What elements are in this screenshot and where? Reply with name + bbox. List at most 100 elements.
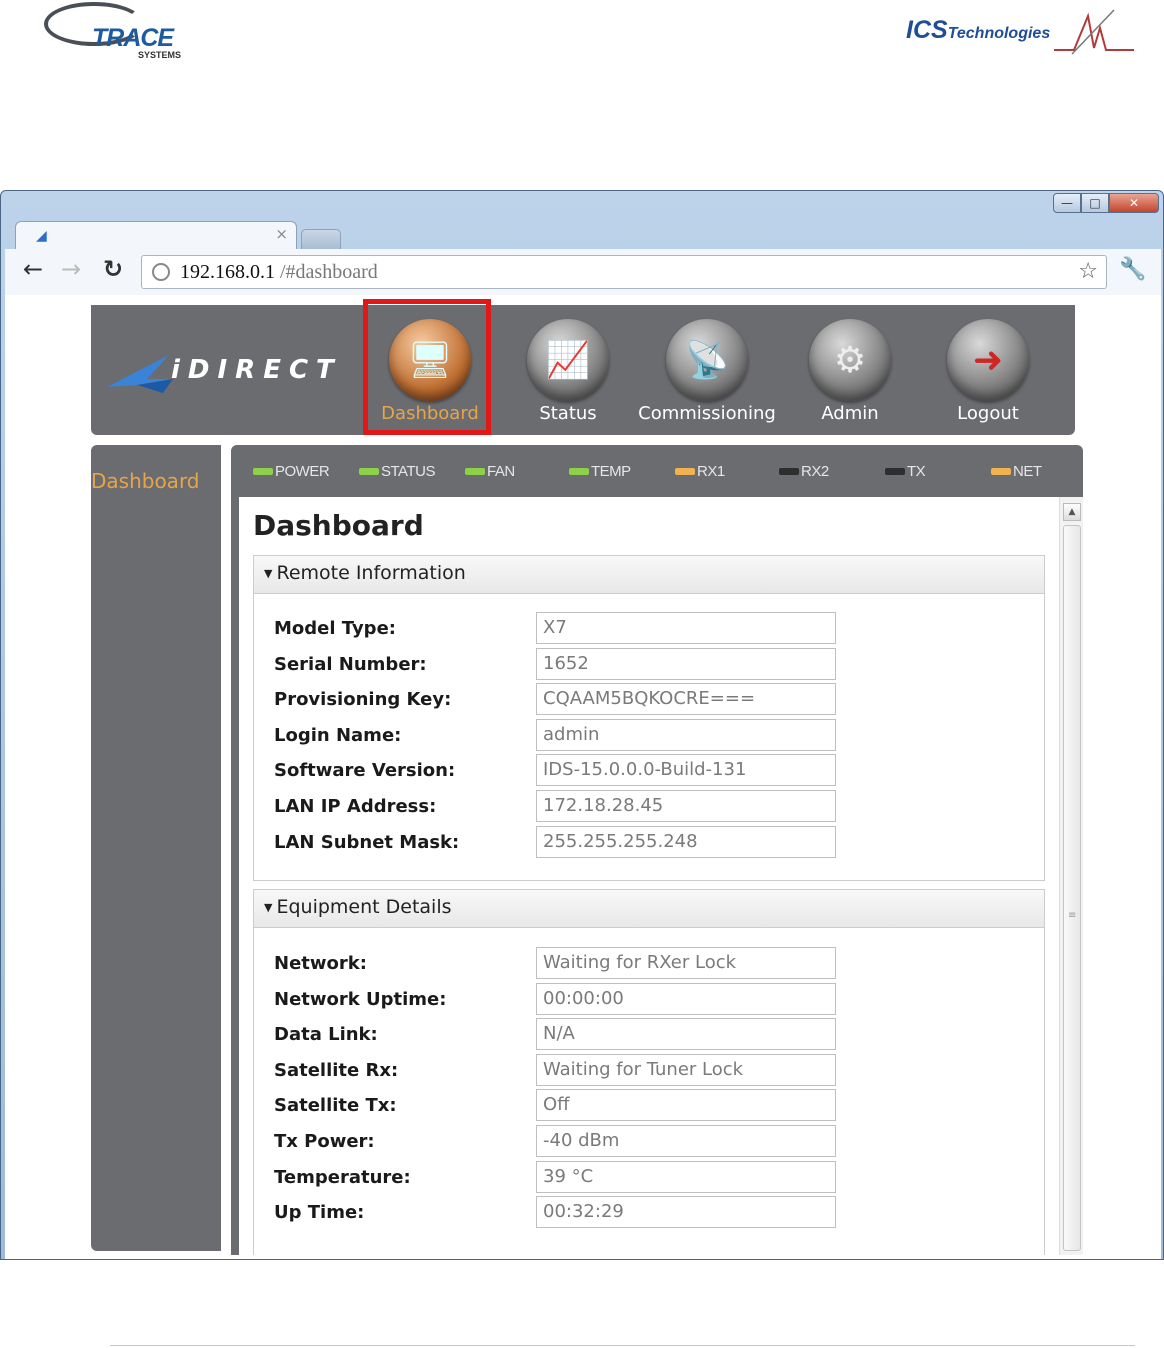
trace-logo-sub: SYSTEMS <box>138 50 182 60</box>
network-uptime-label: Network Uptime: <box>274 989 447 1010</box>
tx-power-field[interactable]: -40 dBm <box>536 1125 836 1157</box>
equipment-details-section: ▼ Equipment Details Network: Waiting for R… <box>253 889 1045 1255</box>
led-rx1: RX1 <box>675 463 725 480</box>
nav-logout[interactable]: ➜ Logout <box>923 319 1053 429</box>
row-network: Network: Waiting for RXer Lock <box>274 947 1034 981</box>
row-serial-number: Serial Number: 1652 <box>274 648 1034 682</box>
exit-door-icon: ➜ <box>947 319 1029 401</box>
satellite-tx-field[interactable]: Off <box>536 1089 836 1121</box>
document-page: TRACE SYSTEMS ICSTechnologies — □ ✕ ◢ × … <box>0 0 1164 1348</box>
led-status-label: STATUS <box>381 463 435 480</box>
wrench-menu-icon[interactable]: 🔧 <box>1119 257 1146 282</box>
led-temp-indicator <box>569 468 589 475</box>
sidebar-item-dashboard[interactable]: Dashboard <box>91 469 200 493</box>
address-bar[interactable]: 192.168.0.1 /#dashboard ☆ <box>141 255 1107 289</box>
ics-technologies-logo: ICSTechnologies <box>904 8 1136 58</box>
nav-admin[interactable]: ⚙ Admin <box>785 319 915 429</box>
browser-window: — □ ✕ ◢ × ← → ↻ 192.168.0.1 /#dashboard … <box>0 190 1164 1260</box>
led-fan-label: FAN <box>487 463 515 480</box>
page-title: Dashboard <box>253 509 424 542</box>
led-power-indicator <box>253 468 273 475</box>
satellite-tx-label: Satellite Tx: <box>274 1095 397 1116</box>
browser-toolbar: ← → ↻ 192.168.0.1 /#dashboard ☆ 🔧 <box>5 249 1161 295</box>
equipment-details-header[interactable]: ▼ Equipment Details <box>254 890 1044 928</box>
temperature-label: Temperature: <box>274 1167 411 1188</box>
led-net: NET <box>991 463 1042 480</box>
software-version-field[interactable]: IDS-15.0.0.0-Build-131 <box>536 754 836 786</box>
idirect-favicon-icon: ◢ <box>36 228 47 244</box>
ics-waveform-icon <box>1054 9 1134 55</box>
satellite-dish-icon: 📡 <box>666 319 748 401</box>
nav-dashboard[interactable]: 🖥 Dashboard <box>365 319 495 429</box>
chart-icon: 📈 <box>527 319 609 401</box>
remote-information-section: ▼ Remote Information Model Type: X7 Serial… <box>253 555 1045 881</box>
provisioning-key-field[interactable]: CQAAM5BQKOCRE=== <box>536 683 836 715</box>
lan-subnet-mask-field[interactable]: 255.255.255.248 <box>536 826 836 858</box>
maximize-button[interactable]: □ <box>1081 193 1109 213</box>
gear-icon: ⚙ <box>809 319 891 401</box>
row-temperature: Temperature: 39 °C <box>274 1161 1034 1195</box>
reload-icon[interactable]: ↻ <box>103 255 123 283</box>
sidebar: Dashboard <box>91 445 221 1251</box>
remote-information-header[interactable]: ▼ Remote Information <box>254 556 1044 594</box>
row-software-version: Software Version: IDS-15.0.0.0-Build-131 <box>274 754 1034 788</box>
row-tx-power: Tx Power: -40 dBm <box>274 1125 1034 1159</box>
browser-tab[interactable]: ◢ × <box>15 221 297 249</box>
ics-logo-word: ICSTechnologies <box>906 16 1050 45</box>
nav-status[interactable]: 📈 Status <box>503 319 633 429</box>
idirect-brand-text: iDIRECT <box>171 355 342 385</box>
led-tx-label: TX <box>907 463 926 480</box>
scroll-thumb[interactable]: ≡ <box>1063 525 1081 1251</box>
nav-admin-label: Admin <box>821 403 879 424</box>
content-scrollbar[interactable]: ▲ ≡ <box>1059 497 1083 1255</box>
ics-logo-tech: Technologies <box>947 25 1051 42</box>
model-type-label: Model Type: <box>274 618 396 639</box>
row-network-uptime: Network Uptime: 00:00:00 <box>274 983 1034 1017</box>
up-time-field[interactable]: 00:32:29 <box>536 1196 836 1228</box>
nav-logout-label: Logout <box>957 403 1019 424</box>
dashboard-content: Dashboard ▼ Remote Information Model Type… <box>239 497 1059 1255</box>
ics-logo-ics: ICS <box>906 16 948 44</box>
network-label: Network: <box>274 953 367 974</box>
led-temp-label: TEMP <box>591 463 631 480</box>
led-net-indicator <box>991 468 1011 475</box>
tab-close-icon[interactable]: × <box>275 225 288 243</box>
led-temp: TEMP <box>569 463 631 480</box>
login-name-field[interactable]: admin <box>536 719 836 751</box>
row-lan-subnet-mask: LAN Subnet Mask: 255.255.255.248 <box>274 826 1034 860</box>
nav-commissioning[interactable]: 📡 Commissioning <box>631 319 783 429</box>
network-field[interactable]: Waiting for RXer Lock <box>536 947 836 979</box>
serial-number-field[interactable]: 1652 <box>536 648 836 680</box>
up-time-label: Up Time: <box>274 1202 365 1223</box>
trace-systems-logo: TRACE SYSTEMS <box>40 0 200 64</box>
temperature-field[interactable]: 39 °C <box>536 1161 836 1193</box>
provisioning-key-label: Provisioning Key: <box>274 689 452 710</box>
data-link-field[interactable]: N/A <box>536 1018 836 1050</box>
bookmark-star-icon[interactable]: ☆ <box>1078 259 1098 284</box>
led-rx1-indicator <box>675 468 695 475</box>
network-uptime-field[interactable]: 00:00:00 <box>536 983 836 1015</box>
row-up-time: Up Time: 00:32:29 <box>274 1196 1034 1230</box>
model-type-field[interactable]: X7 <box>536 612 836 644</box>
row-lan-ip-address: LAN IP Address: 172.18.28.45 <box>274 790 1034 824</box>
led-power-label: POWER <box>275 463 330 480</box>
close-window-button[interactable]: ✕ <box>1109 193 1159 213</box>
row-data-link: Data Link: N/A <box>274 1018 1034 1052</box>
status-led-bar: POWER STATUS FAN TEMP RX1 RX2 TX NET <box>231 445 1083 497</box>
app-header: iDIRECT 🖥 Dashboard 📈 Status 📡 Commissio… <box>91 299 1075 435</box>
led-tx: TX <box>885 463 926 480</box>
forward-arrow-icon[interactable]: → <box>61 255 81 283</box>
minimize-button[interactable]: — <box>1053 193 1081 213</box>
led-rx2: RX2 <box>779 463 829 480</box>
scroll-up-arrow-icon[interactable]: ▲ <box>1063 503 1081 521</box>
lan-ip-address-field[interactable]: 172.18.28.45 <box>536 790 836 822</box>
remote-information-title: Remote Information <box>276 562 466 584</box>
equipment-details-title: Equipment Details <box>276 896 452 918</box>
new-tab-button[interactable] <box>301 229 341 249</box>
data-link-label: Data Link: <box>274 1024 378 1045</box>
led-net-label: NET <box>1013 463 1042 480</box>
satellite-rx-field[interactable]: Waiting for Tuner Lock <box>536 1054 836 1086</box>
back-arrow-icon[interactable]: ← <box>23 255 43 283</box>
led-status-indicator <box>359 468 379 475</box>
row-login-name: Login Name: admin <box>274 719 1034 753</box>
